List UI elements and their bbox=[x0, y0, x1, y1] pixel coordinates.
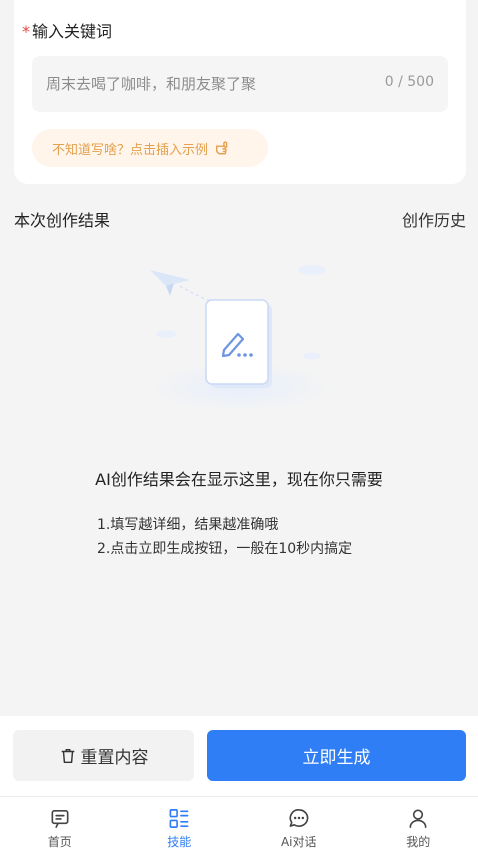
insert-example-label: 不知道写啥？点击插入示例 bbox=[52, 142, 209, 158]
keyword-label: * 输入关键词 bbox=[22, 18, 112, 42]
tab-home[interactable]: 首页 bbox=[0, 797, 120, 850]
bottom-tab-bar: 首页 技能 Ai对话 我的 bbox=[0, 796, 478, 850]
tab-home-label: 首页 bbox=[47, 835, 72, 849]
generate-button-label: 立即生成 bbox=[302, 748, 371, 768]
history-link[interactable]: 创作历史 bbox=[402, 207, 466, 231]
keyword-card: * 输入关键词 周末去喝了咖啡，和朋友聚了聚 0 / 500 不知道写啥？点击插入… bbox=[14, 0, 466, 184]
skills-icon bbox=[169, 809, 189, 828]
tip-item: 1.填写越详细，结果越准确哦 bbox=[97, 517, 279, 533]
generate-button[interactable]: 立即生成 bbox=[207, 730, 466, 781]
tab-ai-chat-label: Ai对话 bbox=[280, 835, 317, 849]
home-icon bbox=[51, 810, 69, 828]
keyword-input-value: 周末去喝了咖啡，和朋友聚了聚 bbox=[46, 75, 257, 93]
keyword-input[interactable]: 周末去喝了咖啡，和朋友聚了聚 0 / 500 bbox=[32, 56, 448, 112]
keyword-label-text: 输入关键词 bbox=[32, 22, 113, 41]
empty-state-tips: 1.填写越详细，结果越准确哦 2.点击立即生成按钮，一般在10秒内搞定 bbox=[97, 513, 352, 561]
tip-item: 2.点击立即生成按钮，一般在10秒内搞定 bbox=[97, 541, 353, 557]
tab-profile-label: 我的 bbox=[406, 835, 431, 849]
tab-profile[interactable]: 我的 bbox=[359, 797, 478, 850]
chat-icon bbox=[289, 809, 309, 827]
reset-button-label: 重置内容 bbox=[80, 748, 149, 768]
results-title: 本次创作结果 bbox=[14, 211, 111, 230]
reset-button[interactable]: 重置内容 bbox=[13, 730, 194, 781]
pointing-hand-icon bbox=[215, 141, 228, 155]
insert-example-button[interactable]: 不知道写啥？点击插入示例 bbox=[32, 129, 268, 167]
required-mark: * bbox=[22, 22, 30, 41]
action-bar: 重置内容 立即生成 bbox=[0, 716, 478, 796]
trash-icon bbox=[61, 748, 74, 763]
char-counter: 0 / 500 bbox=[384, 74, 434, 90]
empty-state-illustration bbox=[148, 265, 332, 413]
empty-state-title: AI创作结果会在显示这里，现在你只需要 bbox=[95, 470, 383, 489]
tab-skills-label: 技能 bbox=[167, 835, 192, 849]
tab-ai-chat[interactable]: Ai对话 bbox=[239, 797, 359, 850]
tab-skills[interactable]: 技能 bbox=[120, 797, 240, 850]
profile-icon bbox=[409, 809, 427, 828]
